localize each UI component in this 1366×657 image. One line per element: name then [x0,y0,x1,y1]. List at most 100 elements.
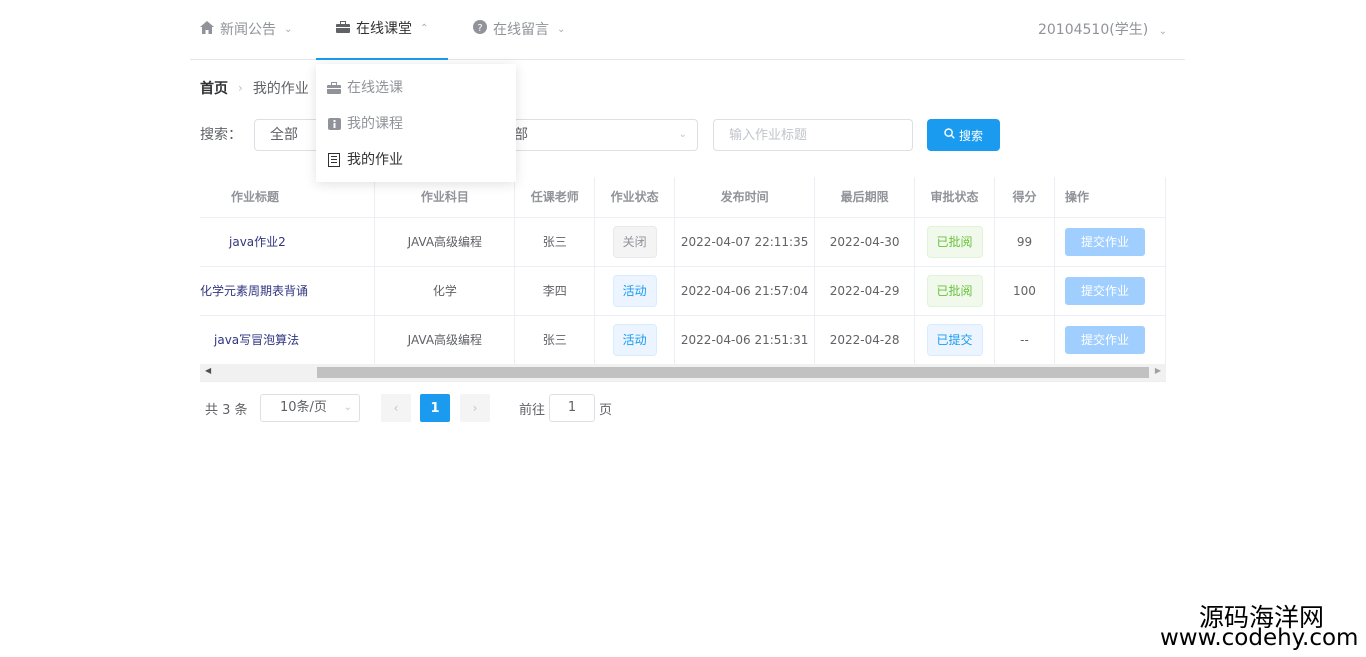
nav-item-label: 新闻公告 [220,22,276,38]
column-header: 作业科目 [374,177,516,218]
cell-deadline: 2022-04-28 [814,315,916,365]
cell-status: 关闭 [594,217,676,267]
briefcase-icon [336,0,350,59]
scroll-right-arrow-icon[interactable]: ▶ [1155,366,1161,375]
cell-teacher: 张三 [514,217,596,267]
subject-select[interactable]: 全部 [254,119,324,151]
dropdown-item-label: 我的课程 [347,116,403,132]
table-row: java写冒泡算法 JAVA高级编程 张三 活动 2022-04-06 21:5… [200,315,1166,365]
page-size-value: 10条/页 [280,400,327,415]
table-row: 化学元素周期表背诵 化学 李四 活动 2022-04-06 21:57:04 2… [200,266,1166,316]
top-navbar: 新闻公告 ⌄ 在线课堂 ⌃ ? 在线留言 ⌄ 20104510(学生) ⌄ [190,0,1185,60]
column-header: 发布时间 [674,177,816,218]
homework-table: 作业标题 作业科目 任课老师 作业状态 发布时间 最后期限 审批状态 得分 操作… [200,177,1166,382]
column-header: 作业标题 [200,177,376,218]
cell-score: 99 [994,217,1055,267]
table-row: java作业2 JAVA高级编程 张三 关闭 2022-04-07 22:11:… [200,217,1166,267]
cell-publish-time: 2022-04-06 21:57:04 [674,266,816,316]
nav-item-message[interactable]: ? 在线留言 ⌄ [473,0,565,60]
cell-teacher: 李四 [514,266,596,316]
status-badge: 关闭 [612,225,657,258]
search-button[interactable]: 搜索 [927,119,1000,151]
column-header: 作业状态 [594,177,676,218]
cell-status: 活动 [594,315,676,365]
user-name: 20104510(学生) [1037,22,1149,38]
document-icon [327,153,341,167]
approval-badge: 已提交 [926,323,983,356]
subject-select-value: 全部 [270,127,298,143]
cell-title: 化学元素周期表背诵 [200,266,376,316]
cell-title: java作业2 [200,217,376,267]
cell-subject: JAVA高级编程 [374,315,516,365]
cell-title: java写冒泡算法 [200,315,376,365]
chevron-right-icon: › [472,401,478,415]
cell-publish-time: 2022-04-06 21:51:31 [674,315,816,365]
chevron-left-icon: ‹ [393,401,399,415]
breadcrumb: 首页 › 我的作业 [200,78,309,98]
home-icon [200,0,214,60]
pagination-total: 共 3 条 [205,403,248,418]
cell-approval: 已批阅 [914,266,996,316]
column-header: 审批状态 [914,177,996,218]
submit-homework-button[interactable]: 提交作业 [1064,325,1145,354]
nav-item-online-class[interactable]: 在线课堂 ⌃ [316,0,449,60]
chevron-down-icon: ⌄ [284,24,293,35]
svg-text:?: ? [477,23,482,34]
homework-table-grid: 作业标题 作业科目 任课老师 作业状态 发布时间 最后期限 审批状态 得分 操作… [200,177,1166,365]
cell-deadline: 2022-04-29 [814,266,916,316]
info-icon [327,117,341,131]
column-header: 任课老师 [514,177,596,218]
submit-homework-button[interactable]: 提交作业 [1064,276,1145,305]
chevron-down-icon: ⌄ [678,129,687,140]
scroll-left-arrow-icon[interactable]: ◀ [205,366,211,375]
page-size-select[interactable]: 10条/页 ⌄ [260,394,360,422]
scrollbar-thumb[interactable] [317,367,1149,378]
nav-item-label: 在线课堂 [356,21,412,37]
status-select[interactable]: 部 ⌄ [498,119,698,151]
cell-subject: JAVA高级编程 [374,217,516,267]
search-icon [944,128,955,142]
status-select-value: 部 [514,127,528,143]
user-menu[interactable]: 20104510(学生) ⌄ [1038,0,1167,60]
submit-homework-button[interactable]: 提交作业 [1064,227,1145,256]
table-horizontal-scrollbar[interactable]: ◀ ▶ [200,364,1166,381]
cell-approval: 已批阅 [914,217,996,267]
goto-page-input[interactable]: 1 [549,394,595,422]
cell-publish-time: 2022-04-07 22:11:35 [674,217,816,267]
cell-score: 100 [994,266,1055,316]
approval-badge: 已批阅 [926,274,983,307]
title-search-input[interactable] [713,119,913,151]
page-number-current[interactable]: 1 [420,394,450,422]
next-page-button[interactable]: › [460,394,490,422]
goto-label: 前往 [519,403,546,418]
dropdown-item-label: 我的作业 [347,152,403,168]
dropdown-item-label: 在线选课 [347,80,403,96]
table-header-row: 作业标题 作业科目 任课老师 作业状态 发布时间 最后期限 审批状态 得分 操作 [200,177,1166,218]
chevron-down-icon: ⌄ [557,24,566,35]
breadcrumb-current: 我的作业 [252,81,309,97]
cell-status: 活动 [594,266,676,316]
cell-action: 提交作业 [1054,315,1166,365]
nav-item-news[interactable]: 新闻公告 ⌄ [200,0,292,60]
dropdown-item-my-courses[interactable]: 我的课程 [316,106,516,142]
approval-badge: 已批阅 [926,225,983,258]
status-badge: 活动 [612,323,657,356]
cell-score: -- [994,315,1055,365]
search-label: 搜索： [200,127,242,143]
prev-page-button[interactable]: ‹ [381,394,411,422]
column-header: 得分 [994,177,1055,218]
breadcrumb-home[interactable]: 首页 [200,78,228,98]
chevron-right-icon: › [238,81,243,95]
chevron-down-icon: ⌄ [343,402,352,413]
page-suffix-label: 页 [599,403,613,418]
dropdown-item-my-homework[interactable]: 我的作业 [316,142,516,178]
column-header: 最后期限 [814,177,916,218]
dropdown-item-course-selection[interactable]: 在线选课 [316,70,516,106]
chevron-down-icon: ⌄ [1158,26,1167,37]
briefcase-icon [327,81,341,95]
cell-action: 提交作业 [1054,217,1166,267]
cell-approval: 已提交 [914,315,996,365]
cell-subject: 化学 [374,266,516,316]
cell-action: 提交作业 [1054,266,1166,316]
online-class-dropdown: 在线选课 我的课程 我的作业 [316,64,516,182]
